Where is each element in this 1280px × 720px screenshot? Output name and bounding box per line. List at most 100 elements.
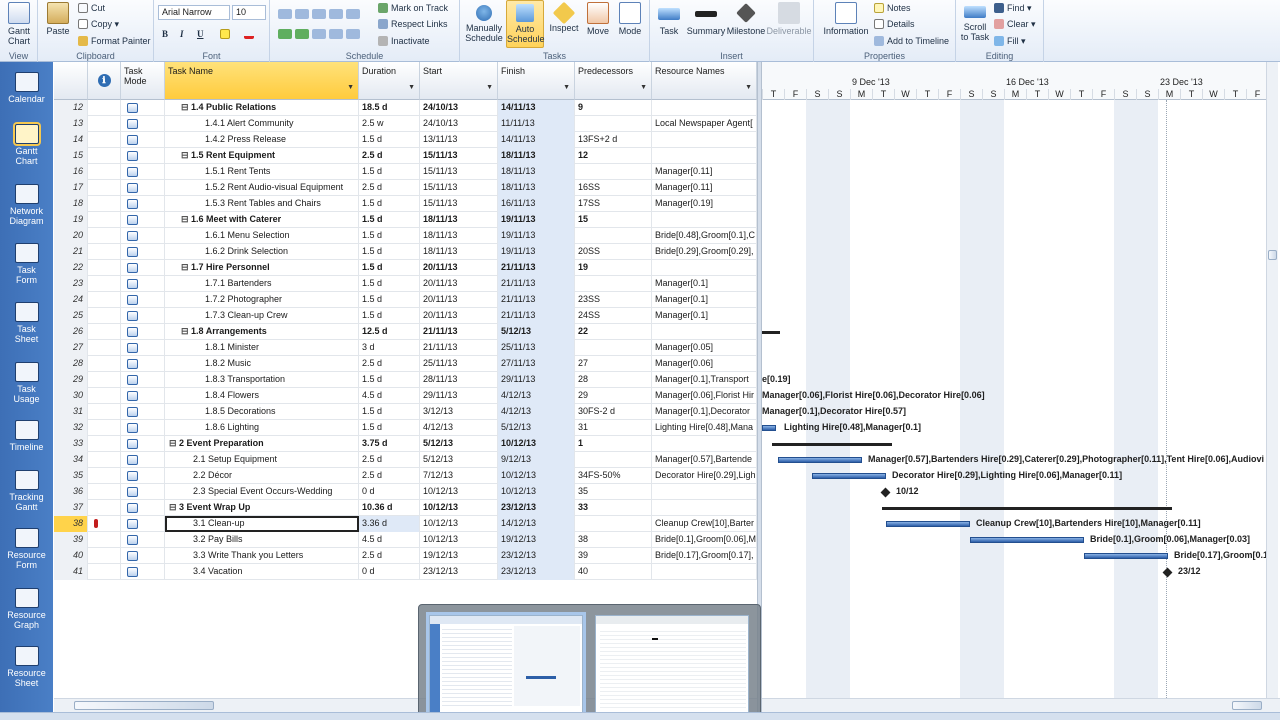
- task-mode-cell[interactable]: [121, 356, 165, 372]
- resource-names-cell[interactable]: Decorator Hire[0.29],Ligh: [652, 468, 757, 484]
- task-mode-cell[interactable]: [121, 180, 165, 196]
- view-task-sheet[interactable]: Task Sheet: [0, 302, 53, 344]
- predecessors-cell[interactable]: 30FS-2 d: [575, 404, 652, 420]
- predecessors-cell[interactable]: 13FS+2 d: [575, 132, 652, 148]
- table-row[interactable]: 13 1.4.1 Alert Community 2.5 w 24/10/13 11/1…: [54, 116, 757, 132]
- table-row[interactable]: 29 1.8.3 Transportation 1.5 d 28/11/13 29/11…: [54, 372, 757, 388]
- finish-cell[interactable]: 21/11/13: [498, 292, 575, 308]
- task-mode-cell[interactable]: [121, 228, 165, 244]
- predecessors-cell[interactable]: 39: [575, 548, 652, 564]
- task-name-cell[interactable]: 1.7.1 Bartenders: [165, 276, 359, 292]
- duration-cell[interactable]: 1.5 d: [359, 420, 420, 436]
- start-cell[interactable]: 18/11/13: [420, 212, 498, 228]
- resource-names-cell[interactable]: [652, 324, 757, 340]
- row-number[interactable]: 18: [54, 196, 88, 212]
- table-row[interactable]: 14 1.4.2 Press Release 1.5 d 13/11/13 14/11/…: [54, 132, 757, 148]
- view-gantt-chart[interactable]: Gantt Chart: [0, 124, 53, 166]
- row-number[interactable]: 12: [54, 100, 88, 116]
- summary-bar[interactable]: [772, 443, 892, 446]
- duration-cell[interactable]: 2.5 d: [359, 356, 420, 372]
- row-number[interactable]: 34: [54, 452, 88, 468]
- resource-names-cell[interactable]: [652, 212, 757, 228]
- start-cell[interactable]: 15/11/13: [420, 148, 498, 164]
- task-mode-cell[interactable]: [121, 212, 165, 228]
- indicator-cell[interactable]: [88, 452, 121, 468]
- finish-cell[interactable]: 9/12/13: [498, 452, 575, 468]
- task-mode-cell[interactable]: [121, 132, 165, 148]
- predecessors-column-header[interactable]: Predecessors ▼: [575, 62, 652, 100]
- row-number[interactable]: 23: [54, 276, 88, 292]
- predecessors-cell[interactable]: [575, 452, 652, 468]
- task-name-column-header[interactable]: Task Name ▼: [165, 62, 359, 100]
- duration-cell[interactable]: 0 d: [359, 564, 420, 580]
- task-name-cell[interactable]: 1.6.2 Drink Selection: [165, 244, 359, 260]
- collapse-toggle-icon[interactable]: ⊟: [181, 262, 191, 272]
- window-thumbnail-spreadsheet[interactable]: [595, 615, 749, 715]
- finish-cell[interactable]: 19/11/13: [498, 244, 575, 260]
- finish-cell[interactable]: 5/12/13: [498, 324, 575, 340]
- duration-cell[interactable]: 2.5 d: [359, 452, 420, 468]
- scroll-to-task-button[interactable]: Scroll to Task: [958, 2, 992, 42]
- resource-names-cell[interactable]: Local Newspaper Agent[: [652, 116, 757, 132]
- start-cell[interactable]: 15/11/13: [420, 180, 498, 196]
- row-number[interactable]: 13: [54, 116, 88, 132]
- task-mode-cell[interactable]: [121, 372, 165, 388]
- table-row[interactable]: 34 2.1 Setup Equipment 2.5 d 5/12/13 9/12/13…: [54, 452, 757, 468]
- resource-names-cell[interactable]: Bride[0.48],Groom[0.1],C: [652, 228, 757, 244]
- row-number[interactable]: 16: [54, 164, 88, 180]
- summary-bar[interactable]: [762, 331, 780, 334]
- row-number[interactable]: 24: [54, 292, 88, 308]
- resource-names-cell[interactable]: [652, 132, 757, 148]
- task-name-cell[interactable]: 3.3 Write Thank you Letters: [165, 548, 359, 564]
- indicator-cell[interactable]: [88, 388, 121, 404]
- mode-button[interactable]: Mode: [614, 2, 646, 36]
- task-name-cell[interactable]: 1.5.2 Rent Audio-visual Equipment: [165, 180, 359, 196]
- start-cell[interactable]: 29/11/13: [420, 388, 498, 404]
- details-button[interactable]: Details: [874, 18, 915, 30]
- indicator-cell[interactable]: [88, 420, 121, 436]
- predecessors-cell[interactable]: 15: [575, 212, 652, 228]
- start-cell[interactable]: 28/11/13: [420, 372, 498, 388]
- table-row[interactable]: 40 3.3 Write Thank you Letters 2.5 d 19/12/…: [54, 548, 757, 564]
- finish-cell[interactable]: 16/11/13: [498, 196, 575, 212]
- duration-cell[interactable]: 3.36 d: [359, 516, 420, 532]
- table-row[interactable]: 31 1.8.5 Decorations 1.5 d 3/12/13 4/12/13 30…: [54, 404, 757, 420]
- predecessors-cell[interactable]: 23SS: [575, 292, 652, 308]
- table-row[interactable]: 28 1.8.2 Music 2.5 d 25/11/13 27/11/13 27 Mana…: [54, 356, 757, 372]
- chevron-down-icon[interactable]: ▼: [640, 84, 647, 91]
- indicator-cell[interactable]: [88, 468, 121, 484]
- task-mode-cell[interactable]: [121, 100, 165, 116]
- predecessors-cell[interactable]: [575, 340, 652, 356]
- predecessors-cell[interactable]: 38: [575, 532, 652, 548]
- task-mode-cell[interactable]: [121, 548, 165, 564]
- finish-cell[interactable]: 23/12/13: [498, 564, 575, 580]
- find-button[interactable]: Find ▾: [994, 2, 1032, 14]
- finish-cell[interactable]: 14/11/13: [498, 132, 575, 148]
- task-bar[interactable]: [812, 473, 886, 479]
- start-cell[interactable]: 5/12/13: [420, 452, 498, 468]
- scroll-thumb[interactable]: [74, 701, 214, 710]
- row-number[interactable]: 20: [54, 228, 88, 244]
- row-number[interactable]: 26: [54, 324, 88, 340]
- resource-names-cell[interactable]: Manager[0.57],Bartende: [652, 452, 757, 468]
- duration-cell[interactable]: 1.5 d: [359, 372, 420, 388]
- task-name-cell[interactable]: ⊟ 1.6 Meet with Caterer: [165, 212, 359, 228]
- table-row[interactable]: 35 2.2 Décor 2.5 d 7/12/13 10/12/13 34FS-50% D…: [54, 468, 757, 484]
- summary-bar[interactable]: [882, 507, 1172, 510]
- view-timeline[interactable]: Timeline: [0, 420, 53, 452]
- duration-cell[interactable]: 1.5 d: [359, 404, 420, 420]
- row-number[interactable]: 15: [54, 148, 88, 164]
- finish-column-header[interactable]: Finish ▼: [498, 62, 575, 100]
- table-row[interactable]: 41 3.4 Vacation 0 d 23/12/13 23/12/13 40: [54, 564, 757, 580]
- resource-names-cell[interactable]: Lighting Hire[0.48],Mana: [652, 420, 757, 436]
- move-button[interactable]: Move: [582, 2, 614, 36]
- resource-names-cell[interactable]: [652, 436, 757, 452]
- table-row[interactable]: 18 1.5.3 Rent Tables and Chairs 1.5 d 15/11…: [54, 196, 757, 212]
- task-name-cell[interactable]: ⊟ 1.5 Rent Equipment: [165, 148, 359, 164]
- resource-names-cell[interactable]: Manager[0.19]: [652, 196, 757, 212]
- duration-cell[interactable]: 10.36 d: [359, 500, 420, 516]
- start-cell[interactable]: 4/12/13: [420, 420, 498, 436]
- row-number[interactable]: 25: [54, 308, 88, 324]
- finish-cell[interactable]: 10/12/13: [498, 436, 575, 452]
- task-name-cell[interactable]: 1.5.1 Rent Tents: [165, 164, 359, 180]
